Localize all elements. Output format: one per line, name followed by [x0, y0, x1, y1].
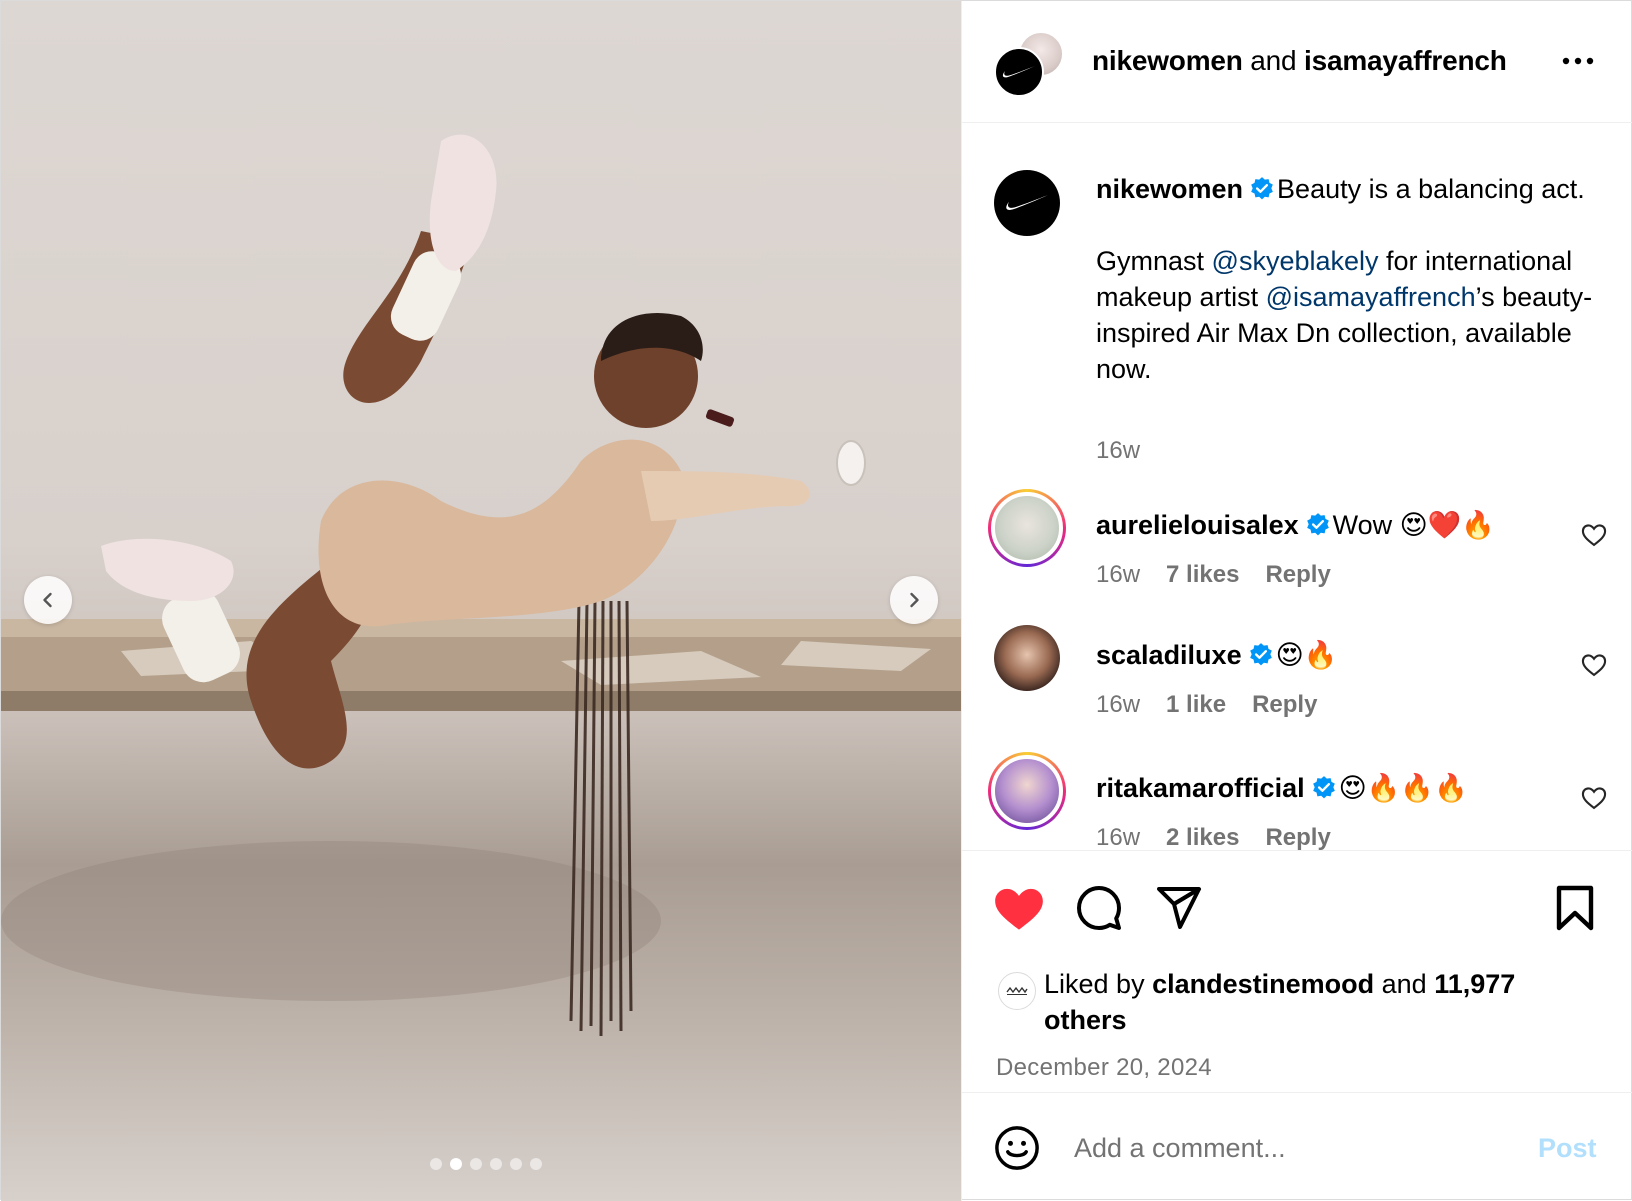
comment-button[interactable] [1072, 881, 1126, 935]
collab-avatar-nikewomen[interactable] [994, 47, 1044, 97]
verified-icon [1249, 643, 1272, 666]
carousel-dot[interactable] [470, 1158, 482, 1170]
comment-text: 😍🔥🔥🔥 [1338, 773, 1468, 803]
header-conjunction: and [1250, 45, 1297, 76]
comment-body: aurelielouisalex Wow 😍❤️🔥 [1096, 509, 1495, 541]
comment-body: ritakamarofficial 😍🔥🔥🔥 [1096, 772, 1468, 804]
save-button[interactable] [1548, 881, 1602, 935]
more-icon [1562, 57, 1594, 65]
chevron-right-icon [910, 592, 919, 608]
carousel-dot[interactable] [490, 1158, 502, 1170]
comment-avatar[interactable] [988, 752, 1066, 830]
comment-avatar[interactable] [988, 489, 1066, 567]
heart-icon [995, 888, 1043, 930]
header-username-1[interactable]: nikewomen [1092, 45, 1243, 76]
comment-item: aurelielouisalex Wow 😍❤️🔥 16w 7 likes Rep… [962, 479, 1632, 599]
share-icon [1157, 887, 1201, 929]
comment-meta: 16w 2 likes Reply [1096, 824, 1331, 850]
liked-by-and: and [1374, 969, 1435, 999]
post-media [1, 1, 961, 1201]
comment-text: 😍🔥 [1275, 640, 1338, 670]
verified-icon [1312, 776, 1335, 799]
post-date[interactable]: December 20, 2024 [996, 1054, 1212, 1082]
comment-reply-button[interactable]: Reply [1265, 824, 1330, 850]
likes-count[interactable]: 11,977 [1434, 969, 1515, 999]
heart-icon[interactable] [1580, 784, 1608, 812]
liked-by-text: Liked by clandestinemood and 11,977 othe… [1044, 966, 1584, 1038]
post-comment-button[interactable]: Post [1538, 1133, 1597, 1164]
caption-username[interactable]: nikewomen [1096, 174, 1243, 204]
comment-time[interactable]: 16w [1096, 824, 1140, 850]
comment-text: Wow 😍❤️🔥 [1332, 510, 1496, 540]
carousel-dot[interactable] [510, 1158, 522, 1170]
comment-item: ritakamarofficial 😍🔥🔥🔥 16w 2 likes Reply [962, 742, 1632, 850]
comment-username[interactable]: aurelielouisalex [1096, 510, 1299, 540]
carousel-next-button[interactable] [890, 576, 938, 624]
heart-icon[interactable] [1580, 521, 1608, 549]
carousel-dot[interactable] [430, 1158, 442, 1170]
comment-reply-button[interactable]: Reply [1265, 561, 1330, 589]
comment-body: scaladiluxe 😍🔥 [1096, 639, 1337, 671]
carousel-prev-button[interactable] [24, 576, 72, 624]
logo-icon [1006, 986, 1028, 995]
post-header: nikewomen and isamayaffrench [962, 1, 1632, 123]
comment-likes[interactable]: 7 likes [1166, 561, 1239, 589]
post-caption: nikewomen Beauty is a balancing act. Gymn… [1096, 171, 1606, 387]
collab-usernames: nikewomen and isamayaffrench [1092, 45, 1507, 77]
liked-by-prefix: Liked by [1044, 969, 1153, 999]
caption-line-1: Beauty is a balancing act. [1277, 174, 1585, 204]
comment-item: scaladiluxe 😍🔥 16w 1 like Reply [962, 609, 1632, 729]
comment-reply-button[interactable]: Reply [1252, 691, 1317, 719]
comment-avatar[interactable] [994, 625, 1060, 691]
caption-timestamp[interactable]: 16w [1096, 437, 1140, 465]
carousel-dots [1, 1158, 961, 1170]
verified-icon [1251, 177, 1273, 200]
liked-by-user[interactable]: clandestinemood [1152, 969, 1374, 999]
post-photo [1, 134, 961, 1037]
carousel-dot[interactable] [530, 1158, 542, 1170]
comment-username[interactable]: scaladiluxe [1096, 640, 1242, 670]
emoji-icon[interactable] [994, 1125, 1040, 1171]
mention-link[interactable]: @isamayaffrench [1266, 282, 1476, 312]
liked-by-avatar[interactable] [998, 972, 1036, 1010]
add-comment-bar: Post [962, 1092, 1632, 1201]
post-dialog: nikewomen and isamayaffrench nikewomen Be… [0, 0, 1632, 1201]
comment-icon [1077, 886, 1121, 930]
comment-meta: 16w 7 likes Reply [1096, 561, 1331, 589]
comment-time[interactable]: 16w [1096, 561, 1140, 589]
heart-icon[interactable] [1580, 651, 1608, 679]
mention-link[interactable]: @skyeblakely [1212, 246, 1379, 276]
post-sidebar: nikewomen and isamayaffrench nikewomen Be… [961, 1, 1632, 1201]
comment-username[interactable]: ritakamarofficial [1096, 773, 1305, 803]
caption-text: Gymnast [1096, 246, 1212, 276]
header-username-2[interactable]: isamayaffrench [1304, 45, 1507, 76]
carousel-dot-active[interactable] [450, 1158, 462, 1170]
comment-likes[interactable]: 1 like [1166, 691, 1226, 719]
comment-meta: 16w 1 like Reply [1096, 691, 1317, 719]
likes-others[interactable]: others [1044, 1005, 1127, 1035]
chevron-left-icon [43, 592, 52, 608]
bookmark-icon [1556, 885, 1594, 931]
comments-section[interactable]: nikewomen Beauty is a balancing act. Gymn… [962, 124, 1632, 850]
swoosh-icon [1006, 195, 1048, 210]
verified-icon [1306, 513, 1329, 536]
comment-input[interactable] [1074, 1123, 1494, 1173]
more-options-button[interactable] [1558, 49, 1598, 73]
share-button[interactable] [1152, 881, 1206, 935]
swoosh-icon [1002, 66, 1035, 78]
caption-avatar[interactable] [994, 170, 1060, 236]
like-button[interactable] [992, 881, 1046, 935]
post-actions: Liked by clandestinemood and 11,977 othe… [962, 850, 1632, 1090]
comment-likes[interactable]: 2 likes [1166, 824, 1239, 850]
comment-time[interactable]: 16w [1096, 691, 1140, 719]
